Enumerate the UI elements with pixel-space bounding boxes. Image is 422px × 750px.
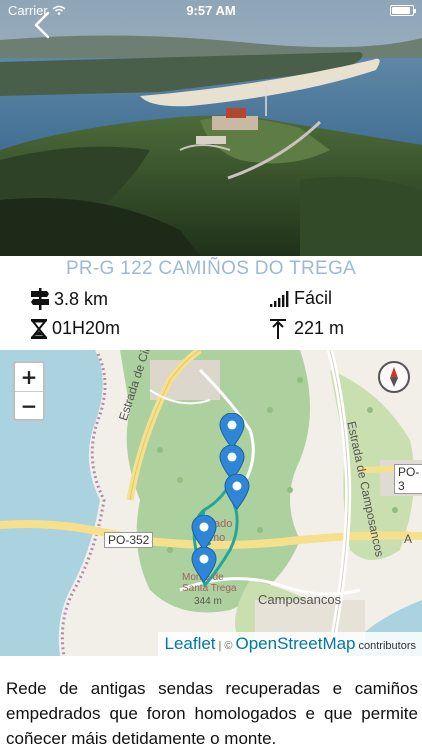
attribution-separator: |	[218, 640, 222, 652]
map-marker-icon	[224, 473, 250, 510]
compass-needle-icon	[390, 367, 398, 387]
status-time: 9:57 AM	[186, 2, 236, 18]
status-bar: Carrier 9:57 AM	[0, 0, 422, 20]
map-marker-icon	[191, 546, 217, 583]
copyright-symbol: ©	[224, 640, 233, 652]
trail-description: Rede de antigas sendas recuperadas e cam…	[6, 679, 418, 748]
route-pin-1[interactable]	[219, 412, 245, 449]
distance-stat: 3.8 km	[30, 288, 108, 310]
signpost-icon	[31, 288, 49, 310]
hourglass-icon	[30, 318, 48, 339]
contributors-label: contributors	[358, 640, 416, 652]
map-marker-icon	[191, 514, 217, 551]
distance-value: 3.8 km	[54, 288, 109, 309]
zoom-in-button[interactable]: +	[15, 363, 43, 391]
town-label-camposancos: Camposancos	[258, 592, 342, 607]
map-tiles	[0, 350, 422, 656]
trail-title: PR-G 122 CAMIÑOS DO TREGA	[65, 258, 357, 279]
hero-photo-illustration	[0, 0, 422, 256]
duration-value: 01H20m	[52, 318, 121, 338]
route-pin-4[interactable]	[191, 514, 217, 551]
elevation-value: 221 m	[294, 318, 345, 338]
back-button[interactable]	[28, 10, 58, 40]
peak-height-label: 344 m	[194, 596, 222, 607]
difficulty-value: Fácil	[294, 288, 333, 308]
route-pin-5[interactable]	[191, 546, 217, 583]
leaflet-link[interactable]: Leaflet	[164, 634, 215, 654]
road-badge-po352: PO-352	[104, 532, 154, 548]
elevation-arrow-icon	[270, 318, 286, 339]
route-map[interactable]: Estrada de Circunvalación Estrada de Cam…	[0, 350, 422, 656]
difficulty-stat: Fácil	[270, 288, 332, 309]
battery-icon	[390, 5, 416, 16]
openstreetmap-link[interactable]: OpenStreetMap	[236, 634, 356, 654]
chevron-left-icon	[34, 11, 50, 39]
signal-bars-icon	[270, 290, 289, 307]
road-badge-po3: PO-3	[394, 464, 422, 494]
map-marker-icon	[219, 412, 245, 449]
zoom-out-button[interactable]: −	[15, 391, 43, 419]
route-pin-3[interactable]	[224, 473, 250, 510]
duration-stat: 01H20m	[30, 318, 120, 339]
map-fragment-label: A	[404, 532, 413, 546]
zoom-control: + −	[13, 361, 45, 421]
hero-photo: Carrier 9:57 AM	[0, 0, 422, 256]
map-attribution: Leaflet | © OpenStreetMap contributors	[158, 632, 422, 656]
elevation-stat: 221 m	[270, 318, 344, 339]
compass-button[interactable]	[378, 361, 410, 393]
